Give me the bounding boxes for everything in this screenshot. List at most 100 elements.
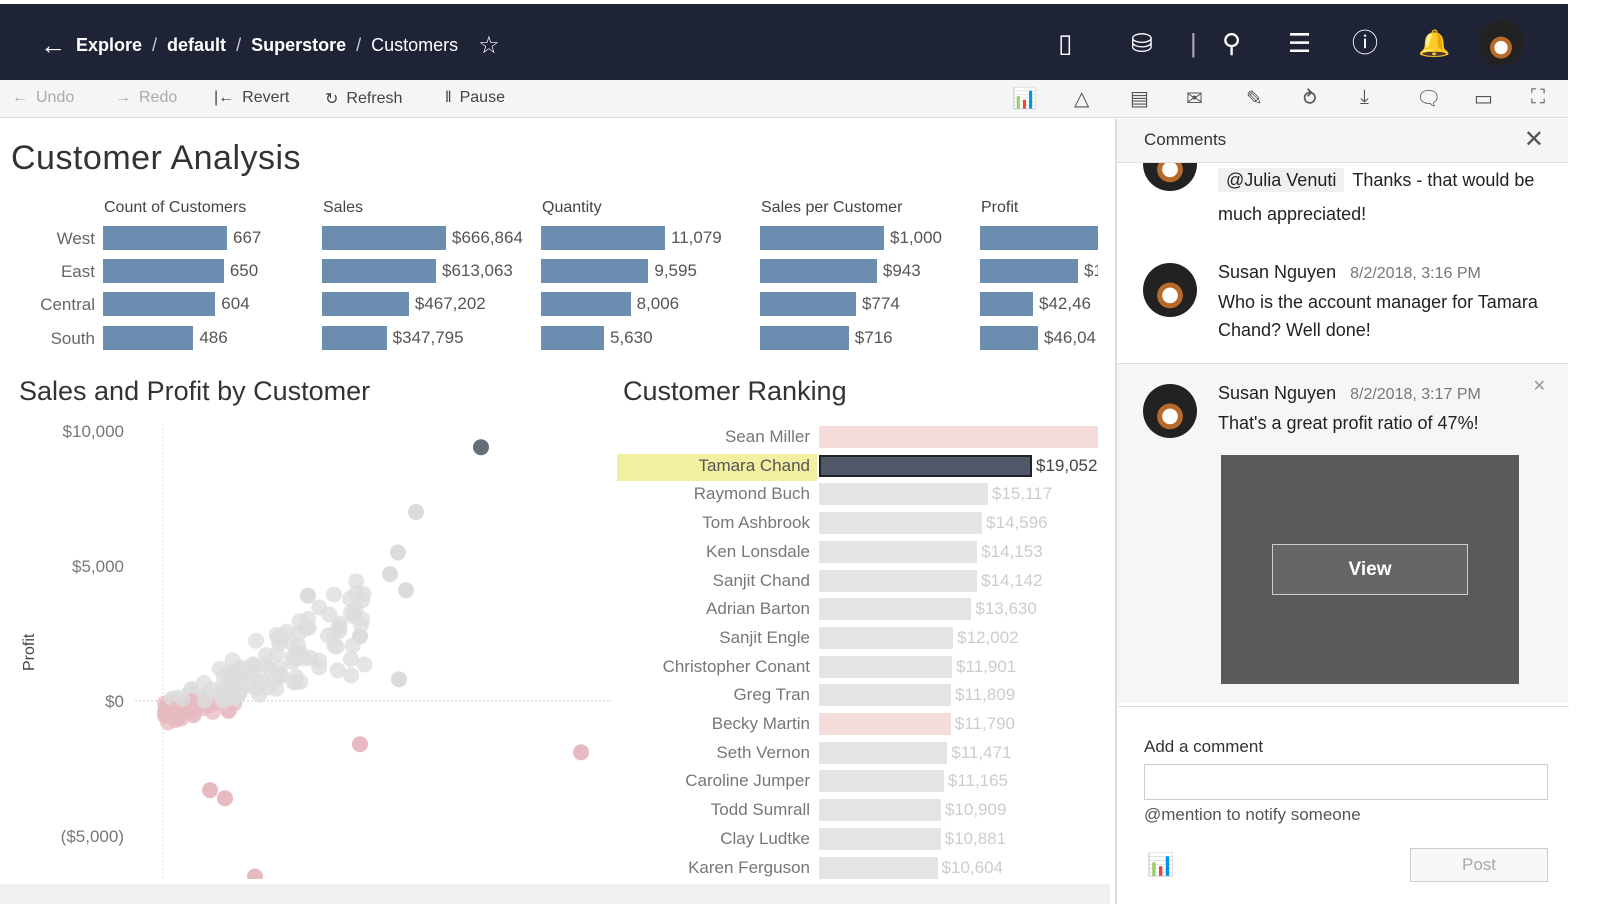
kpi-bar[interactable] <box>541 259 649 283</box>
breadcrumb-explore[interactable]: Explore <box>76 35 142 56</box>
kpi-bar[interactable] <box>322 292 409 316</box>
kpi-bar[interactable] <box>103 292 216 316</box>
customer-name[interactable]: Clay Ludtke <box>610 829 810 849</box>
scatter-point[interactable] <box>352 628 368 645</box>
kpi-bar[interactable] <box>980 326 1038 350</box>
view-icon[interactable]: ▭ <box>1474 86 1493 111</box>
scatter-point[interactable] <box>292 673 309 690</box>
scatter-point[interactable] <box>408 504 424 520</box>
scatter-point[interactable] <box>232 675 249 692</box>
customer-name[interactable]: Tom Ashbrook <box>610 513 810 533</box>
subscribe-icon[interactable]: ✉ <box>1186 86 1203 111</box>
comment-input[interactable] <box>1144 764 1548 800</box>
scatter-point[interactable] <box>202 782 218 799</box>
watch-icon[interactable]: ▤ <box>1130 86 1149 111</box>
undo-button[interactable]: ← Undo <box>12 89 74 107</box>
customer-name[interactable]: Seth Vernon <box>610 743 810 763</box>
share-icon[interactable]: ⥁ <box>1303 86 1317 111</box>
customer-name[interactable]: Caroline Jumper <box>610 771 810 791</box>
ranking-bar[interactable] <box>819 512 983 535</box>
ranking-bar[interactable] <box>819 598 972 621</box>
scatter-point[interactable] <box>342 651 359 668</box>
customer-name[interactable]: Greg Tran <box>610 685 810 705</box>
device-preview-icon[interactable]: ▯ <box>1058 28 1072 58</box>
avatar[interactable] <box>1478 20 1524 66</box>
kpi-bar[interactable] <box>322 226 446 250</box>
comments-icon[interactable]: 🗨 <box>1416 86 1441 111</box>
star-icon[interactable]: ☆ <box>478 31 500 60</box>
kpi-bar[interactable] <box>322 326 387 350</box>
scatter-point[interactable] <box>382 566 398 583</box>
scatter-point-selected[interactable] <box>473 439 489 456</box>
kpi-bar[interactable] <box>541 292 631 316</box>
scatter-point[interactable] <box>174 690 191 707</box>
scatter-point[interactable] <box>185 705 202 722</box>
kpi-bar[interactable] <box>103 226 227 250</box>
comment-selected[interactable]: Susan Nguyen 8/2/2018, 3:17 PM That's a gr… <box>1117 363 1568 703</box>
refresh-button[interactable]: ↻ Refresh <box>325 89 402 109</box>
kpi-bar[interactable] <box>760 326 849 350</box>
scatter-point[interactable] <box>195 674 212 691</box>
back-arrow-icon[interactable]: ← <box>40 30 66 61</box>
kpi-bar[interactable] <box>980 292 1033 316</box>
scatter-point[interactable] <box>211 660 228 677</box>
ranking-bar[interactable] <box>819 454 1032 477</box>
pause-button[interactable]: ‖ Pause <box>445 89 505 107</box>
ranking-bar[interactable] <box>819 827 941 850</box>
kpi-bar[interactable] <box>103 259 224 283</box>
ranking-bar[interactable] <box>819 741 948 764</box>
alert-icon[interactable]: △ <box>1074 86 1089 111</box>
help-icon[interactable]: ⓘ <box>1352 28 1378 58</box>
scatter-point[interactable] <box>573 744 589 761</box>
kpi-bar[interactable] <box>322 259 436 283</box>
horizontal-scrollbar[interactable] <box>0 884 1110 904</box>
ranking-bar[interactable] <box>819 540 978 563</box>
scatter-point[interactable] <box>326 637 343 654</box>
scatter-point[interactable] <box>215 689 232 706</box>
customer-name[interactable]: Becky Martin <box>610 714 810 734</box>
customer-name[interactable]: Sanjit Engle <box>610 628 810 648</box>
scatter-point[interactable] <box>302 649 319 666</box>
scatter-point[interactable] <box>247 868 263 880</box>
scatter-point[interactable] <box>398 582 414 599</box>
scatter-point[interactable] <box>326 586 343 603</box>
search-icon[interactable]: ⚲ <box>1222 28 1241 58</box>
ranking-bar[interactable] <box>819 770 944 793</box>
scatter-plot[interactable]: $10,000 $5,000 $0 ($5,000) Profit <box>0 419 620 879</box>
revert-button[interactable]: |← Revert <box>214 89 289 107</box>
ranking-bar[interactable] <box>819 569 978 592</box>
scatter-point[interactable] <box>300 587 316 604</box>
scatter-point[interactable] <box>248 632 265 649</box>
kpi-bar[interactable] <box>541 226 665 250</box>
view-snapshot-button[interactable]: View <box>1272 544 1468 595</box>
scatter-point[interactable] <box>391 671 407 688</box>
customer-name[interactable]: Todd Sumrall <box>610 800 810 820</box>
scatter-point[interactable] <box>246 660 263 677</box>
redo-button[interactable]: → Redo <box>115 89 177 107</box>
mention[interactable]: @Julia Venuti <box>1218 168 1345 192</box>
fullscreen-icon[interactable]: ⛶ <box>1531 86 1545 109</box>
customer-name[interactable]: Karen Ferguson <box>610 858 810 878</box>
kpi-bar[interactable] <box>980 226 1098 250</box>
edit-icon[interactable]: ✎ <box>1246 86 1263 111</box>
scatter-point[interactable] <box>352 736 368 753</box>
kpi-bar[interactable] <box>760 259 877 283</box>
kpi-bar[interactable] <box>980 259 1078 283</box>
scatter-point[interactable] <box>217 790 233 807</box>
kpi-bar[interactable] <box>760 226 884 250</box>
scatter-point[interactable] <box>348 573 365 590</box>
ranking-bar[interactable] <box>819 483 988 506</box>
scatter-point[interactable] <box>343 667 360 684</box>
scatter-point[interactable] <box>390 544 406 561</box>
scatter-point[interactable] <box>321 606 338 623</box>
kpi-bar[interactable] <box>760 292 856 316</box>
data-source-icon[interactable]: ⛁ <box>1131 28 1153 58</box>
ranking-bar[interactable] <box>819 856 938 879</box>
customer-name[interactable]: Ken Lonsdale <box>610 542 810 562</box>
customer-name[interactable]: Sanjit Chand <box>610 571 810 591</box>
scatter-point[interactable] <box>270 630 287 647</box>
customer-name[interactable]: Christopher Conant <box>610 657 810 677</box>
ranking-bar[interactable] <box>819 799 941 822</box>
close-icon[interactable]: ✕ <box>1524 125 1544 154</box>
ranking-bar[interactable] <box>819 626 954 649</box>
